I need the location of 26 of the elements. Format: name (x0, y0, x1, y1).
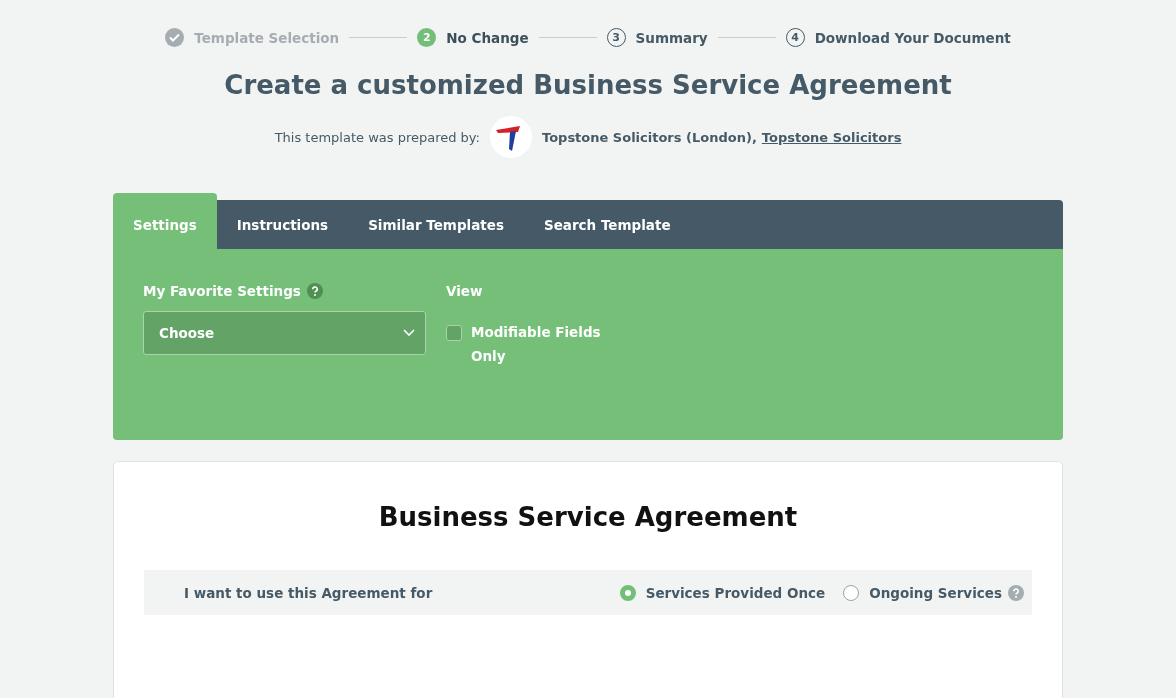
author-name: Topstone Solicitors (London), (542, 129, 757, 145)
field-label: My Favorite Settings (143, 283, 301, 299)
prepared-by-label: This template was prepared by: (274, 129, 480, 145)
document-heading: Business Service Agreement (377, 502, 799, 532)
logo-icon (490, 116, 532, 158)
help-icon[interactable] (306, 283, 323, 299)
checkbox[interactable] (446, 325, 462, 341)
tab[interactable]: Instructions (216, 200, 349, 249)
step-label: Download Your Document (814, 29, 1011, 46)
step-label: Template Selection (194, 29, 340, 46)
radio-button[interactable] (843, 584, 860, 601)
chevron-icon (403, 329, 415, 337)
tab[interactable]: Search Template (523, 200, 691, 249)
option-label: Services Provided Once (645, 584, 826, 601)
step-number: 2 (417, 28, 437, 47)
author-link[interactable]: Topstone Solicitors (761, 129, 902, 145)
radio-button[interactable] (619, 584, 636, 601)
question-label: I want to use this Agreement for (184, 584, 433, 601)
checkbox-label: Modifiable Fields Only (471, 323, 601, 366)
page-title: Create a customized Business Service Agreement (223, 70, 953, 100)
step-label: No Change (446, 29, 529, 46)
tab[interactable]: Similar Templates (348, 200, 524, 249)
field-label: View (446, 283, 483, 299)
option-label: Ongoing Services (869, 584, 1002, 601)
help-icon[interactable] (1008, 584, 1024, 601)
step-label: Summary (635, 29, 708, 46)
